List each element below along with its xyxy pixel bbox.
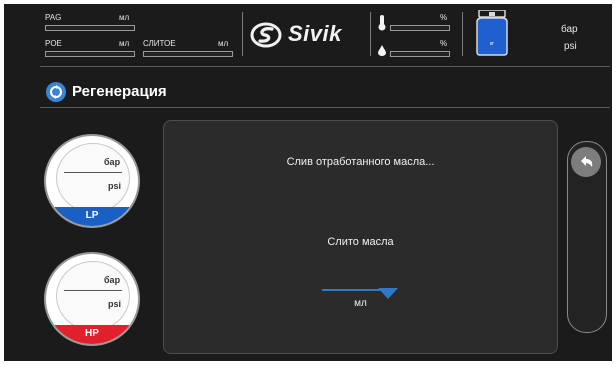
oil-pag-label: PAG bbox=[45, 13, 62, 22]
level-1-bar bbox=[390, 25, 450, 31]
oil-pag-bar bbox=[45, 25, 135, 31]
oil-poe-bar bbox=[45, 51, 135, 57]
recycle-icon bbox=[46, 82, 66, 102]
oil-drain-label: СЛИТОЕ bbox=[143, 39, 176, 48]
tank-pressure-unit: бар bbox=[561, 24, 578, 35]
refrigerant-tank-icon: кг bbox=[476, 10, 508, 56]
level-2-unit: % bbox=[440, 39, 448, 48]
oil-drain-bar bbox=[143, 51, 233, 57]
header-divider bbox=[370, 12, 371, 56]
back-arrow-icon bbox=[581, 156, 593, 167]
hp-gauge: бар psi HP bbox=[46, 254, 138, 344]
hp-label: HP bbox=[85, 328, 99, 339]
sivik-logo: Sivik bbox=[250, 20, 365, 50]
header-separator bbox=[40, 66, 610, 67]
back-button[interactable] bbox=[571, 147, 601, 177]
header-divider bbox=[242, 12, 243, 56]
hp-unit-bottom: psi bbox=[108, 299, 122, 309]
oil-poe-unit: мл bbox=[119, 39, 130, 48]
lp-unit-top: бар bbox=[104, 157, 121, 167]
main-panel: Слив отработанного масла... Слито масла … bbox=[163, 120, 558, 354]
app-screen: PAG мл POE мл СЛИТОЕ мл Sivik % % кг бар… bbox=[4, 4, 612, 361]
lp-divider bbox=[64, 172, 122, 173]
lp-band: LP bbox=[46, 207, 138, 226]
tank-unit-label: кг bbox=[490, 41, 494, 47]
page-title: Регенерация bbox=[72, 83, 167, 100]
thermometer-icon bbox=[378, 15, 386, 31]
title-separator bbox=[40, 107, 610, 108]
logo-text: Sivik bbox=[288, 21, 342, 46]
hp-divider bbox=[64, 290, 122, 291]
drained-oil-label: Слито масла bbox=[327, 236, 394, 248]
header-divider bbox=[462, 12, 463, 56]
oil-poe-label: POE bbox=[45, 39, 62, 48]
lp-gauge-face bbox=[56, 143, 130, 213]
lp-unit-bottom: psi bbox=[108, 181, 122, 191]
tank-pressure-unit-alt: psi bbox=[564, 41, 577, 52]
oil-drain-unit: мл bbox=[218, 39, 229, 48]
lp-gauge: бар psi LP bbox=[46, 136, 138, 226]
hp-band: HP bbox=[46, 325, 138, 344]
header-bar: PAG мл POE мл СЛИТОЕ мл Sivik % % кг бар… bbox=[4, 4, 612, 70]
hp-gauge-face bbox=[56, 261, 130, 331]
logo-mark-icon bbox=[250, 22, 282, 48]
lp-label: LP bbox=[85, 210, 99, 221]
level-1-unit: % bbox=[440, 13, 448, 22]
status-message: Слив отработанного масла... bbox=[286, 156, 435, 168]
level-2-bar bbox=[390, 51, 450, 57]
oil-pag-unit: мл bbox=[119, 13, 130, 22]
drained-oil-unit: мл bbox=[354, 298, 367, 309]
drop-icon bbox=[378, 45, 386, 56]
hp-unit-top: бар bbox=[104, 275, 121, 285]
